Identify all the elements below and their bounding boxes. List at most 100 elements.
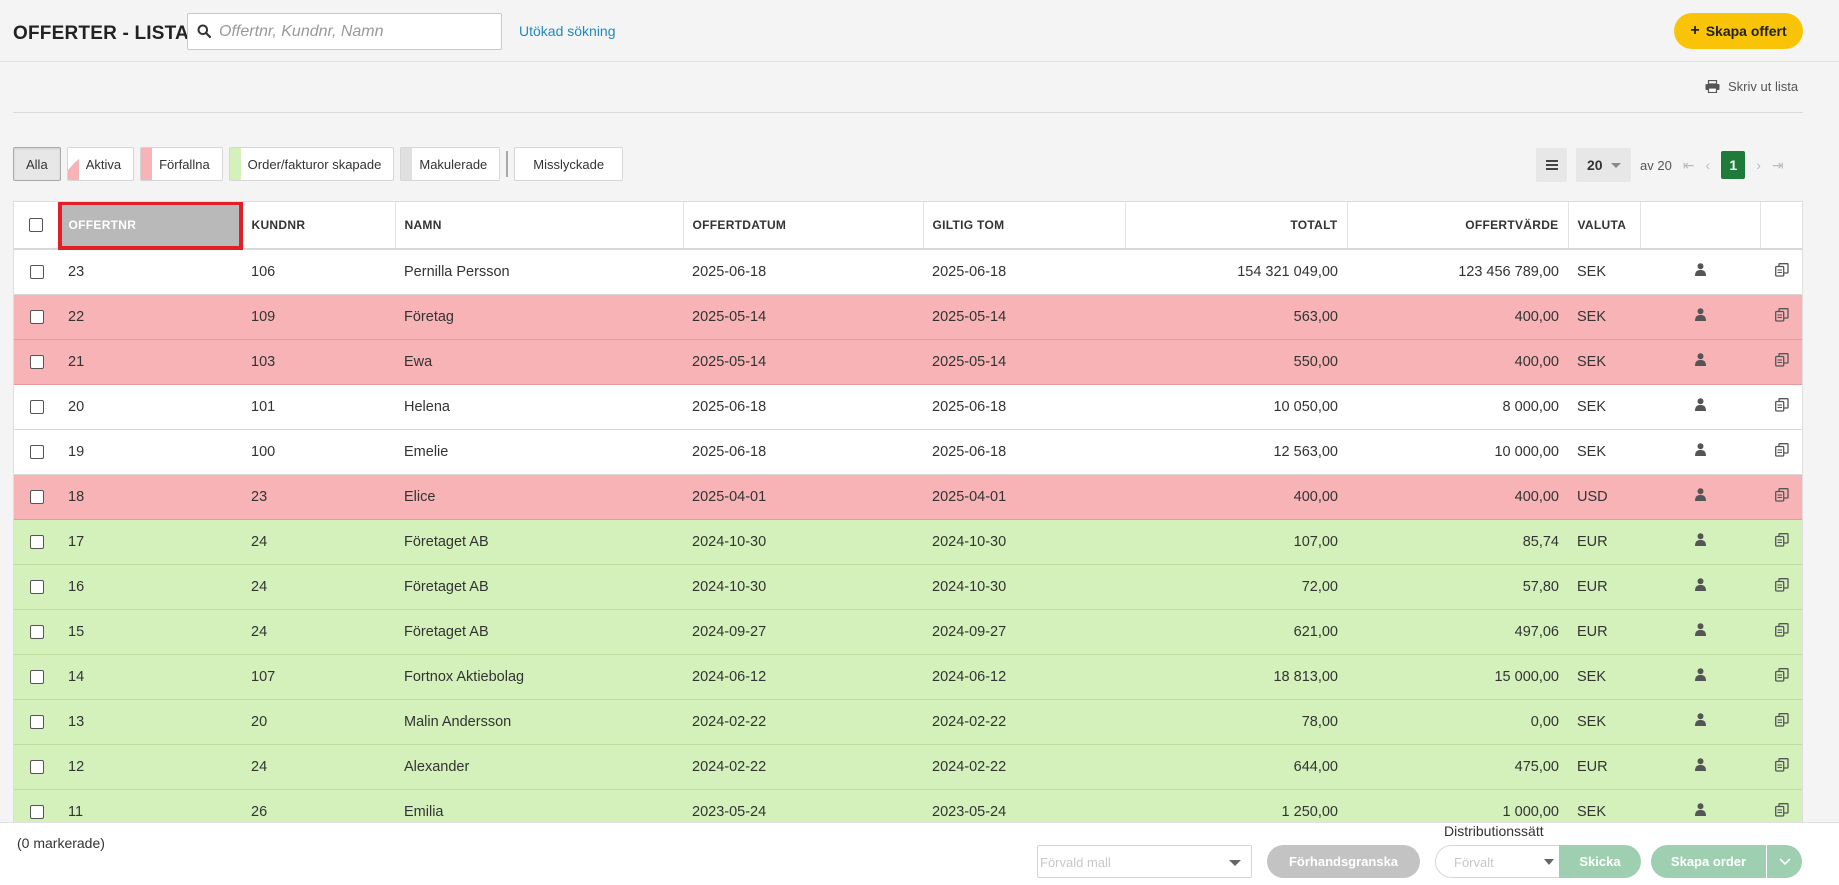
user-icon[interactable] [1694, 578, 1706, 595]
table-row[interactable]: 23 106 Pernilla Persson 2025-06-18 2025-06-1… [14, 249, 1802, 295]
copy-icon[interactable] [1775, 352, 1789, 371]
col-offertvarde[interactable]: OFFERTVÄRDE [1347, 202, 1569, 250]
col-valuta[interactable]: VALUTA [1568, 202, 1641, 250]
filter-overdue[interactable]: Förfallna [140, 147, 223, 181]
table-row[interactable]: 17 24 Företaget AB 2024-10-30 2024-10-30 107,… [14, 519, 1802, 565]
advanced-search-link[interactable]: Utökad sökning [519, 23, 616, 39]
user-icon[interactable] [1694, 713, 1706, 730]
user-icon[interactable] [1694, 443, 1706, 460]
template-placeholder: Förvald mall [1040, 855, 1111, 870]
send-button[interactable]: Skicka [1559, 845, 1641, 878]
user-icon[interactable] [1694, 353, 1706, 370]
table-row[interactable]: 13 20 Malin Andersson 2024-02-22 2024-02-22 7… [14, 699, 1802, 745]
table-header-row: OFFERTNR KUNDNR NAMN OFFERTDATUM GILTIG … [14, 202, 1802, 250]
row-select-cell [14, 519, 59, 565]
row-checkbox[interactable] [29, 624, 44, 639]
distribution-select[interactable]: Förvalt [1435, 845, 1560, 878]
user-icon[interactable] [1694, 308, 1706, 325]
filter-active[interactable]: Aktiva [66, 147, 135, 181]
copy-icon[interactable] [1775, 622, 1789, 641]
row-checkbox[interactable] [29, 354, 44, 369]
row-checkbox[interactable] [29, 309, 44, 324]
cell-offertnr: 19 [59, 429, 242, 475]
preview-button[interactable]: Förhandsgranska [1267, 845, 1420, 878]
print-list-button[interactable]: Skriv ut lista [1705, 79, 1798, 94]
user-icon[interactable] [1694, 668, 1706, 685]
table-row[interactable]: 18 23 Elice 2025-04-01 2025-04-01 400,00 400,0… [14, 474, 1802, 520]
current-page[interactable]: 1 [1721, 151, 1746, 179]
table-row[interactable]: 20 101 Helena 2025-06-18 2025-06-18 10 050,00… [14, 384, 1802, 430]
row-checkbox[interactable] [29, 714, 44, 729]
table-row[interactable]: 14 107 Fortnox Aktiebolag 2024-06-12 2024-06… [14, 654, 1802, 700]
create-order-dropdown[interactable] [1766, 845, 1802, 878]
col-giltig-tom[interactable]: GILTIG TOM [923, 202, 1126, 250]
copy-icon[interactable] [1775, 262, 1789, 281]
row-select-cell [14, 744, 59, 790]
table-row[interactable]: 11 26 Emilia 2023-05-24 2023-05-24 1 250,00 1 … [14, 789, 1802, 822]
copy-icon[interactable] [1775, 757, 1789, 776]
row-checkbox[interactable] [29, 579, 44, 594]
cell-giltig-tom: 2024-10-30 [923, 564, 1125, 610]
table-row[interactable]: 12 24 Alexander 2024-02-22 2024-02-22 644,00 4… [14, 744, 1802, 790]
col-copy [1760, 202, 1802, 250]
row-checkbox[interactable] [29, 669, 44, 684]
col-offertnr[interactable]: OFFERTNR [58, 202, 243, 250]
user-icon[interactable] [1694, 263, 1706, 280]
print-list-label: Skriv ut lista [1728, 79, 1799, 94]
page-size-select[interactable]: 20 [1576, 148, 1631, 182]
cell-offertnr: 12 [59, 744, 242, 790]
col-kundnr[interactable]: KUNDNR [242, 202, 396, 250]
filter-orders-created[interactable]: Order/fakturor skapade [228, 147, 395, 181]
row-checkbox[interactable] [29, 264, 44, 279]
col-totalt[interactable]: TOTALT [1125, 202, 1348, 250]
user-icon[interactable] [1694, 533, 1706, 550]
create-order-button[interactable]: Skapa order [1651, 845, 1802, 878]
user-icon[interactable] [1694, 758, 1706, 775]
cell-offertnr: 20 [59, 384, 242, 430]
prev-page-icon[interactable]: ‹ [1706, 157, 1711, 173]
copy-icon[interactable] [1775, 487, 1789, 506]
copy-icon[interactable] [1775, 802, 1789, 821]
row-checkbox[interactable] [29, 489, 44, 504]
col-offertdatum[interactable]: OFFERTDATUM [683, 202, 924, 250]
user-icon[interactable] [1694, 623, 1706, 640]
row-checkbox[interactable] [29, 804, 44, 819]
template-select[interactable]: Förvald mall [1037, 845, 1252, 878]
table-row[interactable]: 16 24 Företaget AB 2024-10-30 2024-10-30 72,0… [14, 564, 1802, 610]
table-row[interactable]: 22 109 Företag 2025-05-14 2025-05-14 563,00 40… [14, 294, 1802, 340]
first-page-icon[interactable]: ⇤ [1683, 157, 1695, 174]
table-row[interactable]: 15 24 Företaget AB 2024-09-27 2024-09-27 621,… [14, 609, 1802, 655]
select-all-checkbox[interactable] [29, 218, 44, 233]
cell-offertdatum: 2024-02-22 [683, 699, 923, 745]
row-checkbox[interactable] [29, 399, 44, 414]
user-icon[interactable] [1694, 803, 1706, 820]
col-namn[interactable]: NAMN [395, 202, 684, 250]
cell-offertdatum: 2024-06-12 [683, 654, 923, 700]
create-offer-button[interactable]: + Skapa offert [1674, 13, 1803, 49]
copy-icon[interactable] [1775, 397, 1789, 416]
search-input[interactable] [219, 14, 494, 49]
copy-icon[interactable] [1775, 442, 1789, 461]
row-checkbox[interactable] [29, 444, 44, 459]
copy-cell [1760, 384, 1802, 430]
row-checkbox[interactable] [29, 759, 44, 774]
cell-kundnr: 100 [242, 429, 395, 475]
search-box[interactable] [187, 13, 502, 50]
filter-voided[interactable]: Makulerade [400, 147, 501, 181]
filter-failed[interactable]: Misslyckade [514, 147, 624, 181]
copy-icon[interactable] [1775, 667, 1789, 686]
user-icon[interactable] [1694, 398, 1706, 415]
copy-icon[interactable] [1775, 577, 1789, 596]
last-page-icon[interactable]: ⇥ [1772, 157, 1784, 174]
table-row[interactable]: 21 103 Ewa 2025-05-14 2025-05-14 550,00 400,00… [14, 339, 1802, 385]
filter-all[interactable]: Alla [13, 147, 61, 181]
copy-icon[interactable] [1775, 712, 1789, 731]
row-checkbox[interactable] [29, 534, 44, 549]
table-row[interactable]: 19 100 Emelie 2025-06-18 2025-06-18 12 563,00… [14, 429, 1802, 475]
list-view-button[interactable] [1536, 148, 1567, 182]
user-icon[interactable] [1694, 488, 1706, 505]
cell-offertvarde: 10 000,00 [1347, 429, 1568, 475]
copy-icon[interactable] [1775, 532, 1789, 551]
next-page-icon[interactable]: › [1756, 157, 1761, 173]
copy-icon[interactable] [1775, 307, 1789, 326]
